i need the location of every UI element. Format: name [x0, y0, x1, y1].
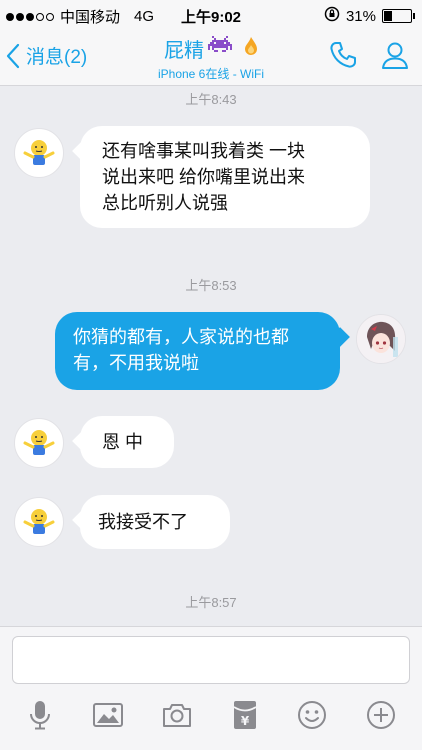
emoji-button[interactable] — [296, 699, 328, 731]
timestamp: 上午8:53 — [185, 278, 237, 293]
battery-percent: 31% — [345, 7, 376, 25]
message-line: 有，不用我说啦 — [73, 353, 199, 373]
flame-icon — [244, 36, 258, 62]
shrug-emoji-icon — [23, 140, 55, 165]
shrug-emoji-icon — [23, 509, 55, 534]
message-input[interactable] — [12, 636, 410, 684]
message-bubble-incoming[interactable]: 恩 中 — [80, 416, 174, 468]
my-avatar[interactable] — [356, 314, 406, 364]
contact-avatar[interactable] — [14, 128, 64, 178]
camera-icon — [163, 704, 192, 727]
photo-button[interactable] — [92, 699, 124, 731]
message-bubble-incoming[interactable]: 我接受不了 — [80, 495, 230, 549]
voice-button[interactable] — [25, 699, 55, 731]
input-toolbar: ¥ — [0, 699, 422, 731]
contact-name: 屁精 — [164, 40, 204, 62]
red-packet-icon: ¥ — [233, 701, 257, 729]
mic-icon — [29, 701, 50, 730]
message-line: 我接受不了 — [98, 512, 188, 532]
battery-fill — [384, 11, 393, 21]
plus-icon — [367, 701, 396, 729]
image-icon — [92, 703, 123, 727]
chat-area[interactable]: 上午8:43 还有啥事某叫我着类 一块 说出来吧 给你嘴里说出来 总比听别人说强… — [0, 86, 422, 626]
pixel-alien-icon — [208, 35, 232, 62]
shrug-emoji-icon — [23, 430, 55, 455]
nav-bar: 消息(2) 屁精 iPhone 6在线 - WiFi — [0, 30, 422, 86]
status-right: 31% — [324, 6, 415, 26]
emoji-icon — [297, 701, 326, 729]
timestamp: 上午8:43 — [185, 92, 237, 107]
contact-avatar[interactable] — [14, 418, 64, 468]
camera-button[interactable] — [161, 699, 193, 731]
contact-avatar[interactable] — [14, 497, 64, 547]
anime-girl-avatar-icon — [357, 315, 405, 363]
svg-text:¥: ¥ — [240, 714, 249, 728]
message-line: 你猜的都有，人家说的也都 — [73, 327, 289, 347]
message-line: 总比听别人说强 — [102, 193, 228, 213]
message-line: 恩 中 — [102, 432, 144, 452]
phone-icon — [330, 42, 356, 68]
timestamp: 上午8:57 — [185, 595, 237, 610]
red-packet-button[interactable]: ¥ — [231, 699, 259, 731]
more-button[interactable] — [365, 699, 397, 731]
message-bubble-incoming[interactable]: 还有啥事某叫我着类 一块 说出来吧 给你嘴里说出来 总比听别人说强 — [80, 126, 370, 228]
input-area: ¥ — [0, 626, 422, 750]
person-icon — [382, 42, 408, 69]
message-bubble-outgoing[interactable]: 你猜的都有，人家说的也都 有，不用我说啦 — [55, 312, 340, 390]
page-title: 屁精 — [164, 34, 258, 63]
battery-icon — [382, 9, 415, 23]
phone-call-button[interactable] — [328, 40, 358, 70]
message-line: 还有啥事某叫我着类 一块 — [102, 141, 305, 161]
nav-actions — [328, 40, 410, 70]
status-bar: 中国移动 4G 上午9:02 31% — [0, 0, 422, 30]
rotation-lock-icon — [324, 6, 340, 26]
message-line: 说出来吧 给你嘴里说出来 — [102, 167, 305, 187]
profile-button[interactable] — [380, 40, 410, 70]
